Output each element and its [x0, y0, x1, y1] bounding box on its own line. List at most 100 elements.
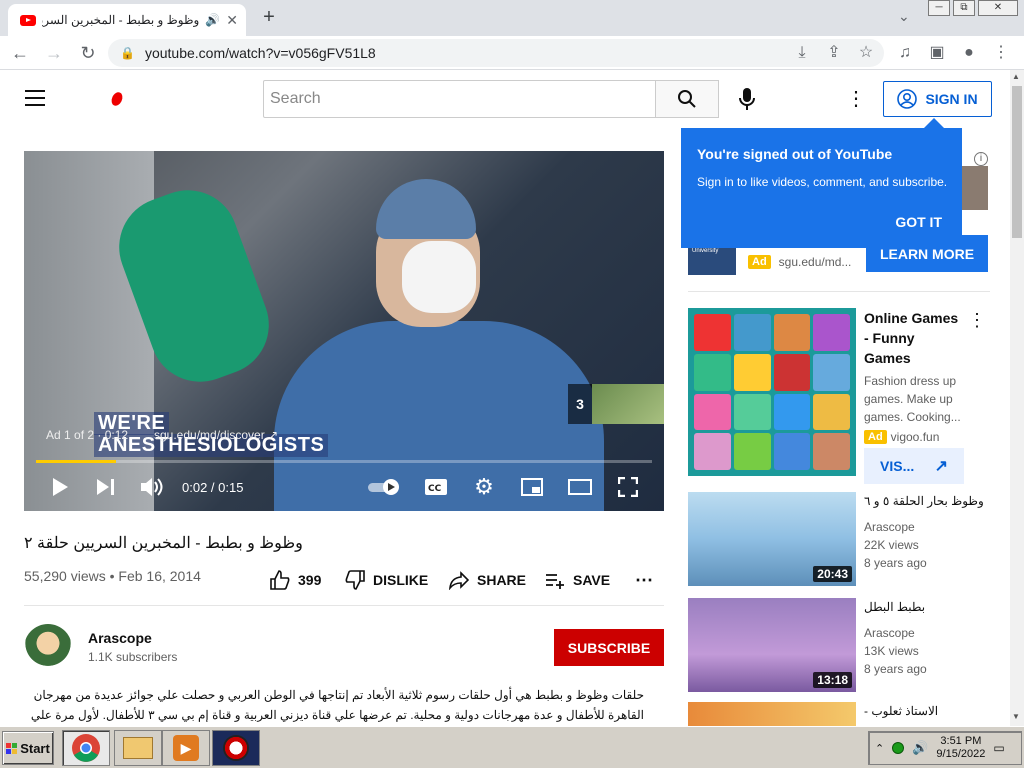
autoplay-toggle[interactable] [368, 475, 402, 499]
tooltip-body: Sign in to like videos, comment, and sub… [697, 175, 948, 189]
taskbar-file-explorer[interactable] [114, 730, 162, 766]
dislike-button[interactable]: DISLIKE [345, 570, 428, 590]
ad-url-link[interactable]: sgu.edu/md/discover ↗ [154, 428, 278, 442]
video-player[interactable]: WE'RE ANESTHESIOLOGISTS Ad 1 of 2 · 0:12… [24, 151, 664, 511]
install-app-icon[interactable]: ⤓ [791, 42, 813, 64]
browser-tab[interactable]: وظوظ و بطبط - المخبرين السريين 🔊 ✕ [8, 4, 246, 36]
tab-close-icon[interactable]: ✕ [226, 12, 238, 29]
visit-site-button[interactable]: VIS... ↗ [864, 448, 964, 484]
chrome-menu-icon[interactable]: ⋮ [990, 42, 1012, 64]
channel-avatar[interactable] [24, 624, 72, 672]
chrome-icon [72, 734, 100, 762]
tray-clock[interactable]: 3:51 PM 9/15/2022 [936, 735, 985, 761]
hamburger-menu-icon[interactable] [24, 88, 46, 108]
scroll-down-arrow-icon[interactable]: ▼ [1012, 712, 1020, 721]
windows-flag-icon [6, 742, 18, 754]
channel-name[interactable]: Arascope [88, 630, 152, 646]
show-desktop-icon[interactable]: ▭ [993, 741, 1004, 755]
tray-status-icon[interactable] [892, 742, 905, 754]
scroll-up-arrow-icon[interactable]: ▲ [1012, 72, 1020, 81]
folder-icon [123, 737, 153, 759]
search-input[interactable]: Search [263, 80, 657, 118]
got-it-button[interactable]: GOT IT [895, 214, 942, 230]
tray-expand-icon[interactable]: ⌃ [875, 742, 884, 755]
profile-avatar-icon[interactable]: ● [958, 42, 980, 64]
sign-in-button[interactable]: SIGN IN [883, 81, 992, 117]
game-tile [773, 314, 811, 351]
next-button[interactable] [94, 475, 118, 499]
search-button[interactable] [655, 80, 719, 118]
autoplay-toggle-icon [368, 479, 399, 495]
back-arrow-icon[interactable]: ← [8, 41, 32, 65]
video-frame-mask [402, 241, 476, 313]
miniplayer-button[interactable] [520, 475, 544, 499]
games-ad-menu-icon[interactable]: ⋮ [968, 310, 986, 331]
media-controls-icon[interactable]: ♫ [894, 42, 916, 64]
fullscreen-button[interactable] [616, 475, 640, 499]
taskbar-chrome[interactable] [62, 730, 110, 766]
subscribe-button[interactable]: SUBSCRIBE [554, 629, 664, 666]
video-title: وظوظ و بطبط - المخبرين السريين حلقة ٢ [24, 535, 303, 552]
account-circle-icon [897, 89, 918, 109]
taskbar-media-player[interactable]: ▶ [162, 730, 210, 766]
game-tile [694, 433, 731, 470]
bookmark-star-icon[interactable]: ☆ [855, 42, 877, 64]
save-button[interactable]: SAVE [545, 570, 610, 590]
share-button[interactable]: SHARE [449, 570, 526, 590]
share-page-icon[interactable]: ⇪ [823, 42, 845, 64]
games-ad-thumbnail[interactable] [688, 308, 856, 476]
video-channel: Arascope [864, 626, 915, 640]
video-views: 13K views [864, 644, 919, 658]
play-button[interactable] [48, 475, 72, 499]
more-actions-icon[interactable]: ⋯ [635, 570, 653, 590]
captions-button[interactable]: CC [424, 475, 448, 499]
video-age: 8 years ago [864, 662, 927, 676]
tab-search-chevron-icon[interactable]: ⌄ [898, 8, 910, 25]
window-minimize-button[interactable]: ─ [928, 0, 950, 16]
visit-label: VIS... [880, 458, 915, 474]
settings-button[interactable]: ⚙ [472, 474, 496, 499]
ad-info-icon[interactable]: i [974, 152, 988, 166]
external-link-icon: ↗ [268, 428, 279, 442]
theater-mode-icon [568, 479, 592, 495]
theater-mode-button[interactable] [568, 475, 592, 499]
window-maximize-button[interactable]: ⧉ [953, 0, 975, 16]
ad-url-text: sgu.edu/md/discover [154, 428, 265, 442]
window-close-button[interactable]: ✕ [978, 0, 1018, 16]
like-button[interactable]: 399 [270, 570, 321, 590]
video-thumbnail [688, 702, 856, 726]
game-tile [733, 314, 771, 351]
progress-bar[interactable] [36, 460, 652, 463]
subscriber-count: 1.1K subscribers [88, 650, 178, 664]
volume-button[interactable] [140, 475, 164, 499]
game-tile [813, 353, 850, 391]
settings-menu-icon[interactable]: ⋮ [846, 86, 866, 112]
reload-icon[interactable]: ↻ [76, 41, 100, 65]
open-in-new-icon: ↗ [934, 458, 948, 475]
play-icon [53, 478, 68, 496]
speaker-icon[interactable]: 🔊 [205, 13, 220, 27]
sidebar-video-item[interactable]: 13:18 بطبط البطل Arascope 13K views 8 ye… [688, 598, 990, 692]
voice-search-button[interactable] [733, 84, 761, 114]
side-panel-icon[interactable]: ▣ [926, 42, 948, 64]
youtube-logo[interactable] [109, 90, 125, 108]
next-ad-preview[interactable]: 3 [568, 384, 664, 424]
new-tab-button[interactable]: + [256, 6, 282, 28]
address-bar[interactable]: 🔒 youtube.com/watch?v=v056gFV51L8 [108, 39, 884, 67]
game-tile [813, 314, 850, 351]
taskbar-app[interactable] [212, 730, 260, 766]
lock-icon[interactable]: 🔒 [120, 46, 135, 60]
settings-gear-icon: ⚙ [474, 474, 494, 499]
start-button[interactable]: Start [2, 731, 54, 765]
sidebar-video-item[interactable]: 20:43 وظوظ بحار الحلقة ٥ و ٦ Arascope 22… [688, 492, 990, 586]
games-ad-url: vigoo.fun [890, 430, 940, 444]
sidebar-video-item[interactable]: الاستاذ ثعلوب - [688, 702, 990, 726]
dislike-label: DISLIKE [373, 572, 429, 588]
scrollbar-thumb[interactable] [1012, 86, 1022, 238]
share-label: SHARE [477, 572, 527, 588]
ad-companion-thumbnail[interactable] [960, 166, 988, 210]
forward-arrow-icon[interactable]: → [42, 41, 66, 65]
volume-tray-icon[interactable]: 🔊 [912, 740, 928, 756]
games-ad-title[interactable]: Online Games - Funny Games [864, 308, 964, 368]
view-count: 55,290 views [24, 568, 106, 584]
